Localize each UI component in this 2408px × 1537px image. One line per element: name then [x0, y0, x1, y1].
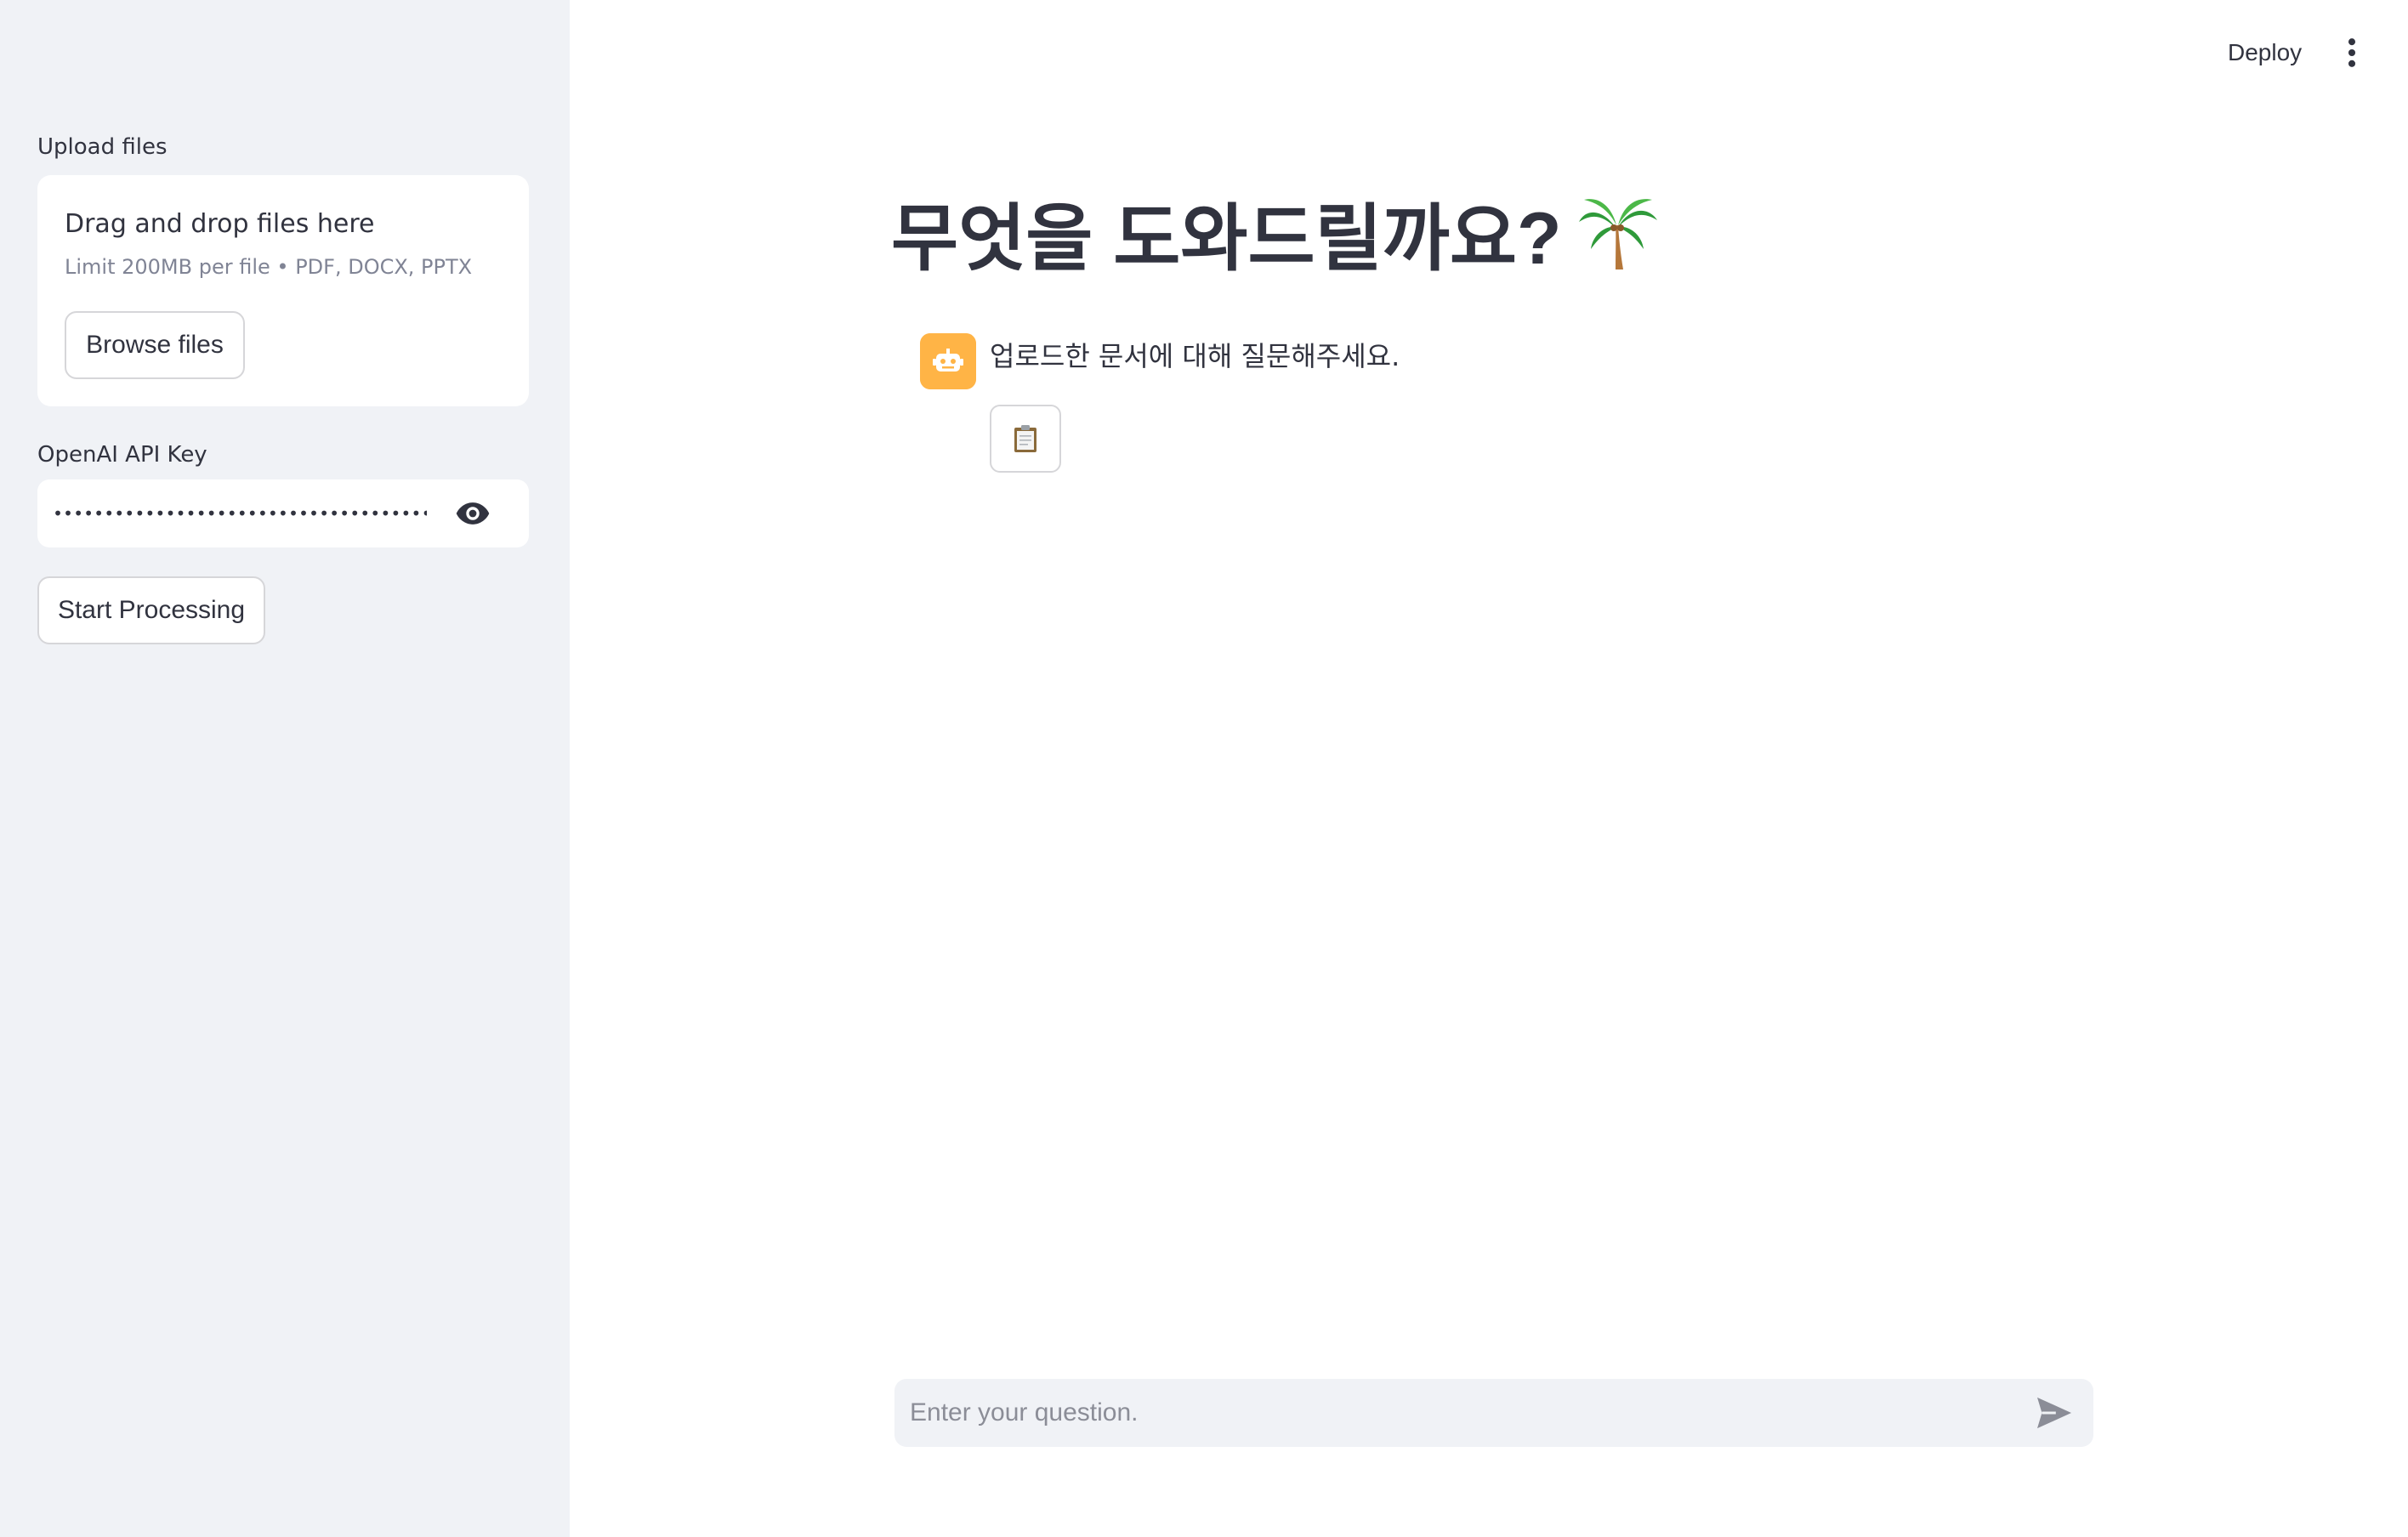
dropzone-title: Drag and drop files here — [65, 209, 375, 239]
start-processing-button[interactable]: Start Processing — [37, 576, 265, 644]
robot-icon — [920, 333, 976, 389]
api-key-field — [37, 479, 529, 547]
clipboard-icon — [1014, 425, 1036, 452]
kebab-menu-icon[interactable] — [2333, 34, 2371, 71]
chat-input-bar — [894, 1379, 2093, 1447]
page-title-text: 무엇을 도와드릴까요? — [891, 198, 1562, 280]
send-icon[interactable] — [2036, 1396, 2073, 1430]
assistant-message: 업로드한 문서에 대해 질문해주세요. — [990, 340, 1400, 372]
upload-label: Upload files — [37, 134, 168, 160]
copy-button[interactable] — [990, 405, 1061, 473]
app-window: Upload files Drag and drop files here Li… — [0, 0, 2408, 1537]
deploy-button[interactable]: Deploy — [2228, 34, 2302, 71]
sidebar: Upload files Drag and drop files here Li… — [0, 0, 570, 1537]
api-key-input[interactable] — [53, 495, 427, 532]
browse-files-button[interactable]: Browse files — [65, 311, 245, 379]
file-dropzone[interactable]: Drag and drop files here Limit 200MB per… — [37, 175, 529, 406]
eye-icon[interactable] — [454, 495, 491, 532]
api-key-label: OpenAI API Key — [37, 442, 207, 468]
chat-input[interactable] — [910, 1392, 1998, 1433]
page-title: 무엇을 도와드릴까요? — [891, 179, 1659, 285]
dropzone-limits: Limit 200MB per file • PDF, DOCX, PPTX — [65, 255, 473, 279]
palm-tree-icon — [1578, 198, 1657, 269]
